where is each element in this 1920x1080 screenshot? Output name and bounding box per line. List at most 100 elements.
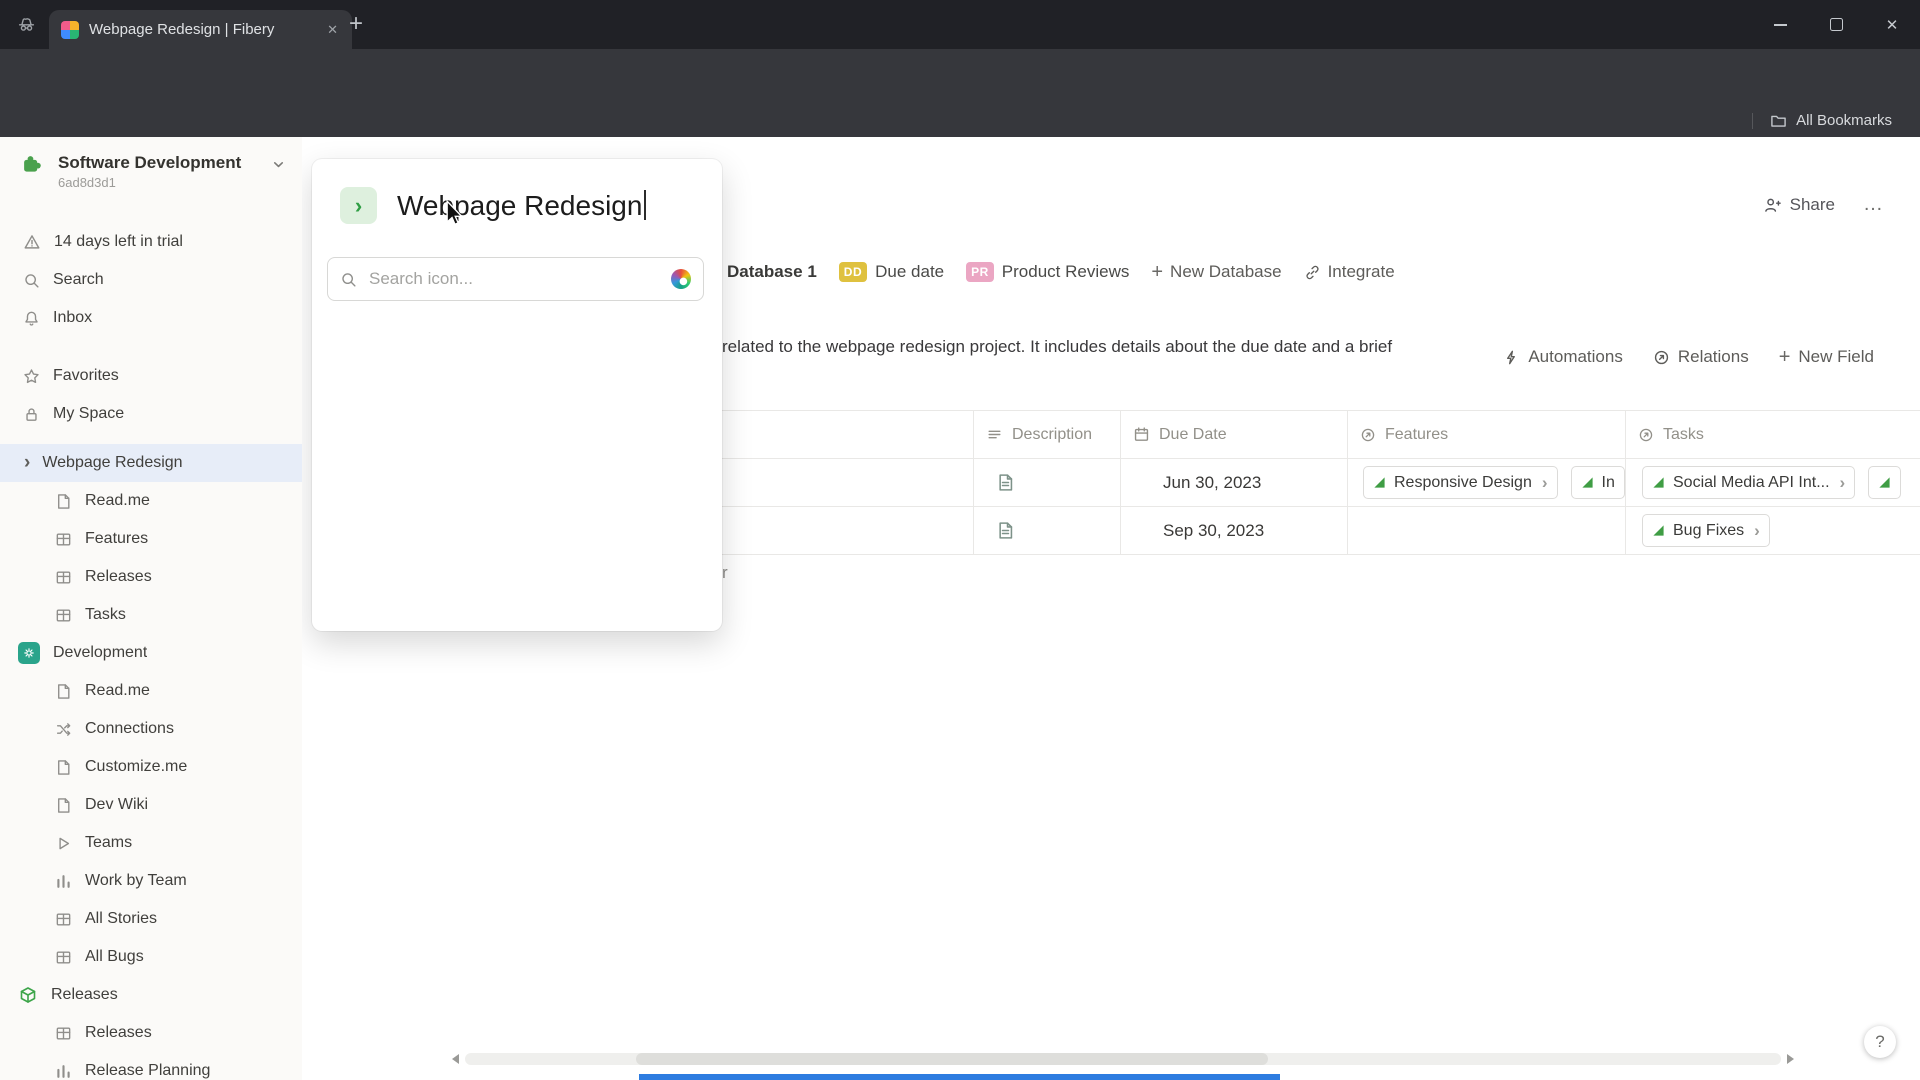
automations-label: Automations xyxy=(1528,347,1623,366)
column-header-label: Description xyxy=(1012,425,1093,443)
link-icon xyxy=(1304,264,1321,281)
sidebar-item-connections[interactable]: Connections xyxy=(0,710,302,748)
window-controls: ✕ xyxy=(1752,0,1920,49)
scrollbar-track[interactable] xyxy=(465,1053,1781,1065)
scroll-left-arrow[interactable] xyxy=(452,1054,459,1064)
sidebar-item-customizeme[interactable]: Customize.me xyxy=(0,748,302,786)
sidebar-item-inbox[interactable]: Inbox xyxy=(0,299,302,337)
database-grid: Description Due Date Features Tasks Jun … xyxy=(602,410,1920,555)
icon-search-box[interactable] xyxy=(327,257,704,301)
product-reviews-database-tab[interactable]: PR Product Reviews xyxy=(966,262,1129,282)
icon-search-input[interactable] xyxy=(367,268,661,290)
feature-chip[interactable]: Responsive Design › xyxy=(1363,466,1558,499)
sidebar-item-label: Teams xyxy=(85,834,133,851)
horizontal-scrollbar[interactable] xyxy=(452,1050,1794,1068)
table-icon xyxy=(55,1025,72,1042)
all-bookmarks-button[interactable]: All Bookmarks xyxy=(1796,112,1892,129)
more-menu-icon[interactable]: … xyxy=(1863,193,1884,216)
sidebar-item-label: Search xyxy=(53,271,104,288)
tasks-cell[interactable]: Social Media API Int... › xyxy=(1625,459,1920,506)
workspace-switcher[interactable]: Software Development 6ad8d3d1 xyxy=(0,137,302,223)
plus-icon: + xyxy=(1778,346,1791,368)
feature-chip-partial[interactable]: In xyxy=(1570,466,1625,499)
calendar-icon xyxy=(1133,426,1150,443)
relations-button[interactable]: Relations xyxy=(1653,347,1749,367)
sidebar-item-favorites[interactable]: Favorites xyxy=(0,357,302,395)
integrate-button[interactable]: Integrate xyxy=(1304,262,1395,282)
share-button[interactable]: Share xyxy=(1763,195,1835,215)
sidebar-item-label: Read.me xyxy=(85,682,150,699)
description-cell[interactable] xyxy=(973,507,1120,554)
scrollbar-thumb[interactable] xyxy=(636,1053,1268,1065)
sidebar-item-features[interactable]: Features xyxy=(0,520,302,558)
features-cell[interactable] xyxy=(1347,507,1625,554)
sidebar-item-tasks[interactable]: Tasks xyxy=(0,596,302,634)
help-button[interactable]: ? xyxy=(1864,1026,1896,1058)
features-cell[interactable]: Responsive Design › In xyxy=(1347,459,1625,506)
pr-badge: PR xyxy=(966,262,994,282)
sidebar-item-readme-dev[interactable]: Read.me xyxy=(0,672,302,710)
sidebar-section-development[interactable]: Development xyxy=(0,634,302,672)
relations-label: Relations xyxy=(1677,347,1749,366)
automations-button[interactable]: Automations xyxy=(1503,347,1623,367)
relation-icon xyxy=(1653,349,1670,366)
sidebar-item-release-planning[interactable]: Release Planning xyxy=(0,1052,302,1080)
sidebar-item-label: Releases xyxy=(85,568,152,585)
sidebar-item-label: Features xyxy=(85,530,149,547)
due-date-database-tab[interactable]: DD Due date xyxy=(838,262,944,282)
icon-picker-popup: › Webpage Redesign xyxy=(312,159,722,631)
task-chip[interactable]: Bug Fixes › xyxy=(1642,514,1770,547)
color-palette-icon[interactable] xyxy=(671,269,691,289)
tab-title: Webpage Redesign | Fibery xyxy=(89,21,275,38)
sidebar-item-releases[interactable]: Releases xyxy=(0,558,302,596)
due-date-column-header[interactable]: Due Date xyxy=(1120,411,1347,458)
sidebar-item-my-space[interactable]: My Space xyxy=(0,395,302,433)
database-tab[interactable]: Database 1 xyxy=(727,262,817,282)
sidebar-section-releases[interactable]: Releases xyxy=(0,976,302,1014)
trial-notice[interactable]: 14 days left in trial xyxy=(0,223,302,261)
description-column-header[interactable]: Description xyxy=(973,411,1120,458)
due-date-cell[interactable]: Jun 30, 2023 xyxy=(1120,459,1347,506)
task-triangle-icon xyxy=(1652,524,1665,537)
sidebar-item-webpage-redesign[interactable]: › Webpage Redesign xyxy=(0,444,302,482)
browser-tab[interactable]: Webpage Redesign | Fibery ✕ xyxy=(49,10,352,49)
product-reviews-label: Product Reviews xyxy=(1001,262,1130,281)
scroll-right-arrow[interactable] xyxy=(1787,1054,1794,1064)
sidebar-item-work-by-team[interactable]: Work by Team xyxy=(0,862,302,900)
maximize-button[interactable] xyxy=(1808,0,1864,49)
sidebar: Software Development 6ad8d3d1 14 days le… xyxy=(0,137,303,1080)
tasks-column-header[interactable]: Tasks xyxy=(1625,411,1920,458)
play-icon xyxy=(55,835,72,852)
tab-close-icon[interactable]: ✕ xyxy=(323,20,342,40)
task-chip-partial[interactable] xyxy=(1868,466,1902,499)
new-database-button[interactable]: + New Database xyxy=(1151,262,1281,282)
table-icon xyxy=(55,607,72,624)
chevron-right-icon: › xyxy=(1541,472,1548,492)
sidebar-item-label: Work by Team xyxy=(85,872,187,889)
document-icon xyxy=(55,683,72,700)
share-person-icon xyxy=(1763,196,1781,214)
sidebar-item-teams[interactable]: Teams xyxy=(0,824,302,862)
features-column-header[interactable]: Features xyxy=(1347,411,1625,458)
board-icon xyxy=(55,1063,72,1080)
sidebar-item-label: Read.me xyxy=(85,492,150,509)
tasks-cell[interactable]: Bug Fixes › xyxy=(1625,507,1920,554)
due-date-cell[interactable]: Sep 30, 2023 xyxy=(1120,507,1347,554)
expand-button[interactable]: › xyxy=(340,187,377,224)
task-chip[interactable]: Social Media API Int... › xyxy=(1642,466,1856,499)
new-field-button[interactable]: + New Field xyxy=(1779,347,1874,367)
sidebar-item-all-bugs[interactable]: All Bugs xyxy=(0,938,302,976)
new-tab-button[interactable]: + xyxy=(349,9,363,39)
sidebar-item-label: All Bugs xyxy=(85,948,144,965)
description-cell[interactable] xyxy=(973,459,1120,506)
sidebar-item-readme[interactable]: Read.me xyxy=(0,482,302,520)
sidebar-item-dev-wiki[interactable]: Dev Wiki xyxy=(0,786,302,824)
sidebar-item-all-stories[interactable]: All Stories xyxy=(0,900,302,938)
minimize-button[interactable] xyxy=(1752,0,1808,49)
sidebar-item-search[interactable]: Search xyxy=(0,261,302,299)
entity-title-input[interactable]: Webpage Redesign xyxy=(397,189,647,222)
relation-icon xyxy=(1360,427,1376,443)
sidebar-item-releases-db[interactable]: Releases xyxy=(0,1014,302,1052)
close-window-button[interactable]: ✕ xyxy=(1864,0,1920,49)
page-scrollbar-thumb[interactable] xyxy=(639,1074,1280,1080)
